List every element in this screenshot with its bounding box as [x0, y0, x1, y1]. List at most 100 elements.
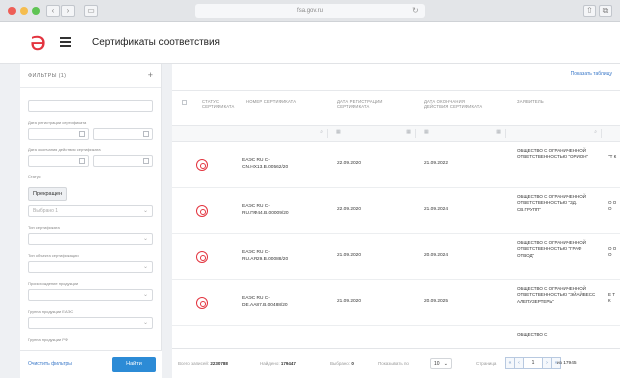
- reg-date-to-input[interactable]: [92, 128, 153, 140]
- sidebar-toggle-icon[interactable]: ▭: [84, 5, 98, 17]
- close-window-button[interactable]: [8, 7, 16, 15]
- column-header-status[interactable]: СТАТУС СЕРТИФИКАТА: [202, 99, 238, 109]
- column-header-reg-date[interactable]: ДАТА РЕГИСТРАЦИИ СЕРТИФИКАТА: [337, 99, 395, 109]
- perpage-label: Показывать по: [378, 361, 409, 366]
- cert-number[interactable]: ЕАЭС RU С-RU.АЯ29.В.00088/20: [242, 250, 312, 263]
- reg-date: 21.09.2020: [337, 299, 362, 304]
- address-bar[interactable]: fsa.gov.ru: [195, 4, 425, 18]
- minimize-window-button[interactable]: [20, 7, 28, 15]
- status-stopped-icon: [196, 251, 208, 263]
- select-all-checkbox[interactable]: [182, 100, 187, 105]
- end-date-from-input[interactable]: [28, 155, 89, 167]
- column-header-number[interactable]: НОМЕР СЕРТИФИКАТА: [246, 99, 308, 104]
- table-footer: Всего записей: 2230788 Найдено: 179447 В…: [172, 348, 620, 378]
- table-body: ЕАЭС RU С-CN.НХ13.В.00562/20 22.09.2020 …: [172, 142, 620, 348]
- calendar-icon[interactable]: [78, 131, 85, 137]
- calendar-icon: ▦: [336, 129, 341, 135]
- reg-date-label: Дата регистрации сертификата: [28, 120, 87, 125]
- status-stopped-icon: [196, 205, 208, 217]
- table-row[interactable]: ОБЩЕСТВО С: [172, 326, 620, 348]
- calendar-icon[interactable]: [143, 158, 149, 164]
- table-row[interactable]: ЕАЭС RU С-RU.АЯ29.В.00088/20 21.09.2020 …: [172, 234, 620, 280]
- end-date-label: Дата окончания действия сертификата: [28, 147, 101, 152]
- status-chip[interactable]: Прекращен: [28, 187, 68, 201]
- table-row[interactable]: ЕАЭС RU С-CN.НХ13.В.00562/20 22.09.2020 …: [172, 142, 620, 188]
- cert-number[interactable]: ЕАЭС RU С-CN.НХ13.В.00562/20: [242, 158, 312, 171]
- search-input[interactable]: [28, 100, 153, 112]
- zoom-window-button[interactable]: [32, 7, 40, 15]
- perpage-select[interactable]: 10 ⌄: [430, 358, 452, 369]
- table-row[interactable]: ЕАЭС RU С-DE.АА87.В.00488/20 21.09.2020 …: [172, 280, 620, 326]
- object-type-select[interactable]: ⌄: [28, 261, 153, 273]
- end-date: 20.09.2024: [424, 253, 449, 258]
- calendar-icon[interactable]: [78, 158, 85, 164]
- calendar-icon: ▦: [496, 129, 501, 135]
- page-input[interactable]: 1: [523, 357, 543, 369]
- chevron-down-icon: ⌄: [443, 361, 448, 367]
- end-date: 20.09.2025: [424, 299, 449, 304]
- eaeu-group-select[interactable]: ⌄: [28, 317, 153, 329]
- filter-label: Группа продукции РФ: [28, 337, 68, 342]
- found-records: Найдено: 179447: [260, 361, 296, 366]
- pagination: « ‹ 1 › »: [505, 357, 561, 369]
- cert-number[interactable]: ЕАЭС RU С-DE.АА87.В.00488/20: [242, 296, 312, 309]
- extra-column: Е Т К: [608, 292, 616, 304]
- selected-records: Выбрано: 0: [330, 361, 354, 366]
- column-header-applicant[interactable]: ЗАЯВИТЕЛЬ: [517, 99, 567, 104]
- reset-filters-link[interactable]: Очистить фильтры: [28, 361, 72, 367]
- back-icon[interactable]: ‹: [46, 5, 60, 17]
- app-header: ә Сертификаты соответствия: [0, 22, 620, 64]
- browser-actions: ⇧ ⧉: [583, 5, 612, 17]
- page-label: Страница: [476, 361, 497, 366]
- chevron-down-icon: ⌄: [142, 320, 148, 326]
- applicant: ОБЩЕСТВО С ОГРАНИЧЕННОЙ ОТВЕТСТВЕННОСТЬЮ…: [517, 194, 586, 212]
- reg-date-from-input[interactable]: [28, 128, 89, 140]
- chevron-down-icon: ⌄: [142, 236, 148, 242]
- extra-column: О О О: [608, 200, 617, 212]
- calendar-icon: ▦: [406, 129, 411, 135]
- end-date-filter-input[interactable]: ▦ ▦: [420, 129, 506, 138]
- results-panel: Показать таблицу СТАТУС СЕРТИФИКАТА НОМЕ…: [172, 64, 620, 378]
- hamburger-menu-icon[interactable]: [60, 37, 71, 47]
- filter-label: Группа продукции ЕАЭС: [28, 309, 74, 314]
- reg-date: 21.09.2020: [337, 253, 362, 258]
- end-date-range: [28, 155, 153, 167]
- filter-label: Тип объекта сертификации: [28, 253, 79, 258]
- cert-number[interactable]: ЕАЭС RU С-RU.ПФ44.В.00009/20: [242, 204, 312, 217]
- total-records: Всего записей: 2230788: [178, 361, 228, 366]
- end-date: 21.09.2024: [424, 207, 449, 212]
- table-header: СТАТУС СЕРТИФИКАТА НОМЕР СЕРТИФИКАТА ДАТ…: [172, 90, 620, 126]
- end-date-to-input[interactable]: [92, 155, 153, 167]
- extra-column: О О О: [608, 246, 617, 258]
- chevron-down-icon: ⌄: [142, 208, 148, 214]
- reload-icon[interactable]: ↻: [412, 6, 419, 16]
- reg-date-filter-input[interactable]: ▦ ▦: [332, 129, 416, 138]
- reg-date-range: [28, 128, 153, 140]
- status-select[interactable]: Выбрано 1 ⌄: [28, 205, 153, 217]
- show-table-link[interactable]: Показать таблицу: [571, 71, 612, 77]
- filters-title: ФИЛЬТРЫ (1): [28, 73, 67, 79]
- applicant: ОБЩЕСТВО С ОГРАНИЧЕННОЙ ОТВЕТСТВЕННОСТЬЮ…: [517, 286, 596, 304]
- chevron-down-icon: ⌄: [142, 292, 148, 298]
- applicant-filter-input[interactable]: ⌕: [510, 129, 602, 138]
- status-stopped-icon: [196, 159, 208, 171]
- forward-icon[interactable]: ›: [61, 5, 75, 17]
- window-controls: [8, 7, 40, 15]
- column-header-end-date[interactable]: ДАТА ОКОНЧАНИЯ ДЕЙСТВИЯ СЕРТИФИКАТА: [424, 99, 484, 109]
- filters-header: ФИЛЬТРЫ (1) +: [20, 64, 161, 88]
- reg-date: 22.09.2020: [337, 207, 362, 212]
- origin-select[interactable]: ⌄: [28, 289, 153, 301]
- chevron-down-icon: ⌄: [142, 264, 148, 270]
- page-title: Сертификаты соответствия: [92, 37, 220, 48]
- table-row[interactable]: ЕАЭС RU С-RU.ПФ44.В.00009/20 22.09.2020 …: [172, 188, 620, 234]
- cert-type-select[interactable]: ⌄: [28, 233, 153, 245]
- tabs-icon[interactable]: ⧉: [599, 5, 612, 17]
- calendar-icon[interactable]: [143, 131, 149, 137]
- share-icon[interactable]: ⇧: [583, 5, 596, 17]
- logo-icon[interactable]: ә: [30, 28, 46, 56]
- find-button[interactable]: Найти: [112, 357, 156, 372]
- number-filter-input[interactable]: ⌕: [234, 129, 328, 138]
- plus-icon[interactable]: +: [148, 70, 153, 80]
- applicant: ОБЩЕСТВО С ОГРАНИЧЕННОЙ ОТВЕТСТВЕННОСТЬЮ…: [517, 240, 586, 258]
- filters-sidebar: ФИЛЬТРЫ (1) + Дата регистрации сертифика…: [20, 64, 162, 378]
